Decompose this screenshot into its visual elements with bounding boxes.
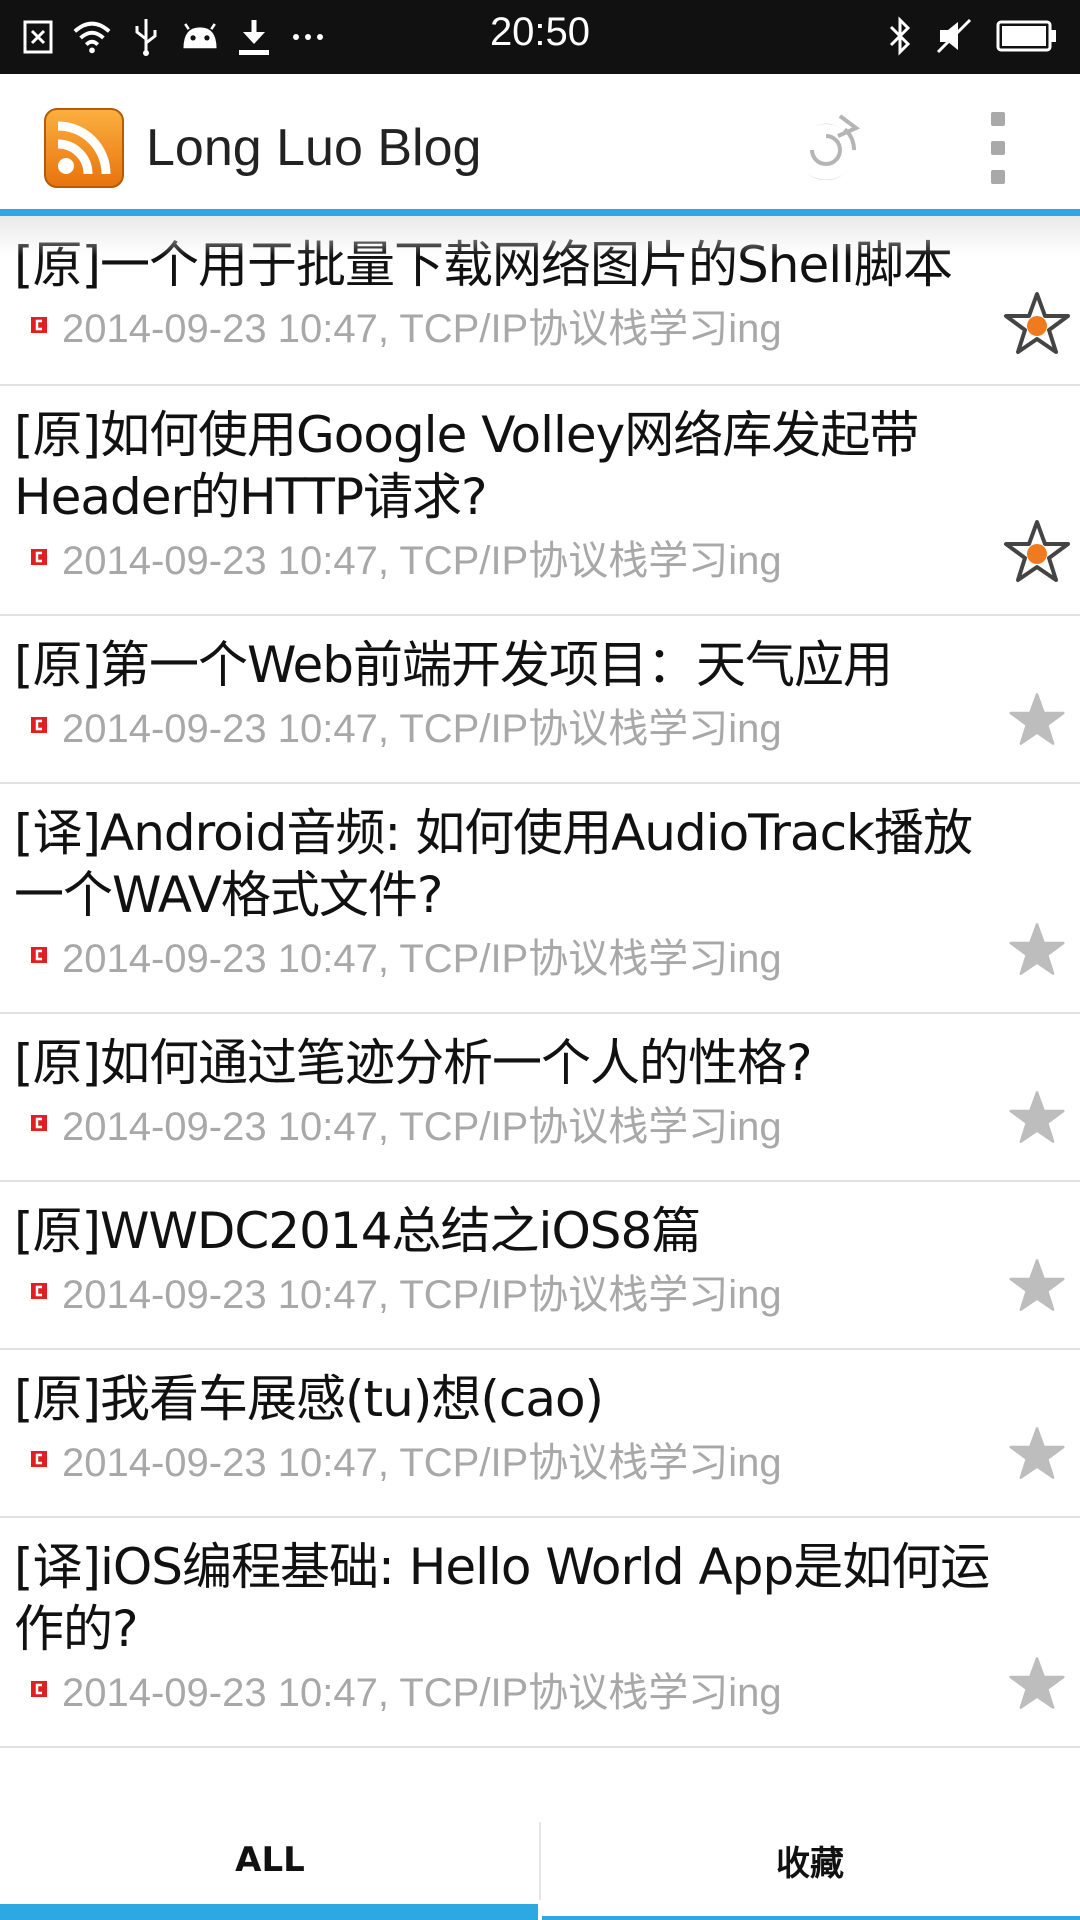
article-meta: 2014-09-23 10:47, TCP/IP协议栈学习ing <box>62 1441 782 1485</box>
status-bar: 20:50 <box>0 0 1080 74</box>
article-title: [原]第一个Web前端开发项目：天气应用 <box>14 636 893 694</box>
app-title: Long Luo Blog <box>146 119 482 177</box>
article-meta: 2014-09-23 10:47, TCP/IP协议栈学习ing <box>62 539 782 583</box>
bluetooth-icon <box>888 16 912 60</box>
status-right-icons <box>888 16 1058 60</box>
overflow-dot <box>991 170 1005 184</box>
overflow-dot <box>991 112 1005 126</box>
source-icon <box>30 314 52 336</box>
overflow-dot <box>991 141 1005 155</box>
source-icon <box>30 944 52 966</box>
favorite-star-icon[interactable] <box>1002 1250 1072 1320</box>
app-bar: Long Luo Blog <box>0 74 1080 216</box>
rss-icon <box>42 106 126 190</box>
source-icon <box>30 546 52 568</box>
favorite-star-icon[interactable] <box>1002 914 1072 984</box>
tab-underline <box>542 1916 1080 1920</box>
selected-tab-indicator <box>0 1904 538 1920</box>
favorite-star-icon[interactable] <box>1002 1082 1072 1152</box>
tab-favorites[interactable]: 收藏 <box>540 1800 1080 1920</box>
article-item[interactable]: [译]Android音频: 如何使用AudioTrack播放一个WAV格式文件?… <box>0 784 1080 1014</box>
battery-icon <box>996 19 1058 57</box>
article-title: [原]如何使用Google Volley网络库发起带Header的HTTP请求? <box>14 406 919 526</box>
article-meta: 2014-09-23 10:47, TCP/IP协议栈学习ing <box>62 1273 782 1317</box>
source-icon <box>30 1448 52 1470</box>
favorite-star-icon[interactable] <box>1002 288 1072 358</box>
article-title: [译]Android音频: 如何使用AudioTrack播放一个WAV格式文件? <box>14 804 973 924</box>
article-meta: 2014-09-23 10:47, TCP/IP协议栈学习ing <box>62 707 782 751</box>
bottom-tab-bar: ALL 收藏 <box>0 1800 1080 1920</box>
tab-all[interactable]: ALL <box>0 1800 540 1920</box>
article-meta: 2014-09-23 10:47, TCP/IP协议栈学习ing <box>62 937 782 981</box>
article-item[interactable]: [原]一个用于批量下载网络图片的Shell脚本 2014-09-23 10:47… <box>0 216 1080 386</box>
article-item[interactable]: [原]如何使用Google Volley网络库发起带Header的HTTP请求?… <box>0 386 1080 616</box>
article-item[interactable]: [原]如何通过笔迹分析一个人的性格? 2014-09-23 10:47, TCP… <box>0 1014 1080 1182</box>
article-meta: 2014-09-23 10:47, TCP/IP协议栈学习ing <box>62 1105 782 1149</box>
favorite-star-icon[interactable] <box>1002 684 1072 754</box>
article-title: [原]如何通过笔迹分析一个人的性格? <box>14 1034 813 1092</box>
favorite-star-icon[interactable] <box>1002 516 1072 586</box>
article-item[interactable]: [原]第一个Web前端开发项目：天气应用 2014-09-23 10:47, T… <box>0 616 1080 784</box>
article-item[interactable]: [原]我看车展感(tu)想(cao) 2014-09-23 10:47, TCP… <box>0 1350 1080 1518</box>
source-icon <box>30 1112 52 1134</box>
article-title: [原]WWDC2014总结之iOS8篇 <box>14 1202 701 1260</box>
muted-icon <box>934 16 974 60</box>
article-title: [原]我看车展感(tu)想(cao) <box>14 1370 604 1428</box>
article-item[interactable]: [原]WWDC2014总结之iOS8篇 2014-09-23 10:47, TC… <box>0 1182 1080 1350</box>
refresh-button[interactable] <box>788 110 864 186</box>
article-item[interactable]: [译]iOS编程基础: Hello World App是如何运作的? 2014-… <box>0 1518 1080 1748</box>
article-meta: 2014-09-23 10:47, TCP/IP协议栈学习ing <box>62 1671 782 1715</box>
favorite-star-icon[interactable] <box>1002 1648 1072 1718</box>
source-icon <box>30 714 52 736</box>
favorite-star-icon[interactable] <box>1002 1418 1072 1488</box>
article-list: [原]一个用于批量下载网络图片的Shell脚本 2014-09-23 10:47… <box>0 216 1080 1748</box>
article-meta: 2014-09-23 10:47, TCP/IP协议栈学习ing <box>62 307 782 351</box>
overflow-menu-button[interactable] <box>974 112 1022 184</box>
source-icon <box>30 1678 52 1700</box>
article-title: [译]iOS编程基础: Hello World App是如何运作的? <box>14 1538 990 1658</box>
source-icon <box>30 1280 52 1302</box>
refresh-icon <box>794 114 860 180</box>
article-title: [原]一个用于批量下载网络图片的Shell脚本 <box>14 236 953 294</box>
